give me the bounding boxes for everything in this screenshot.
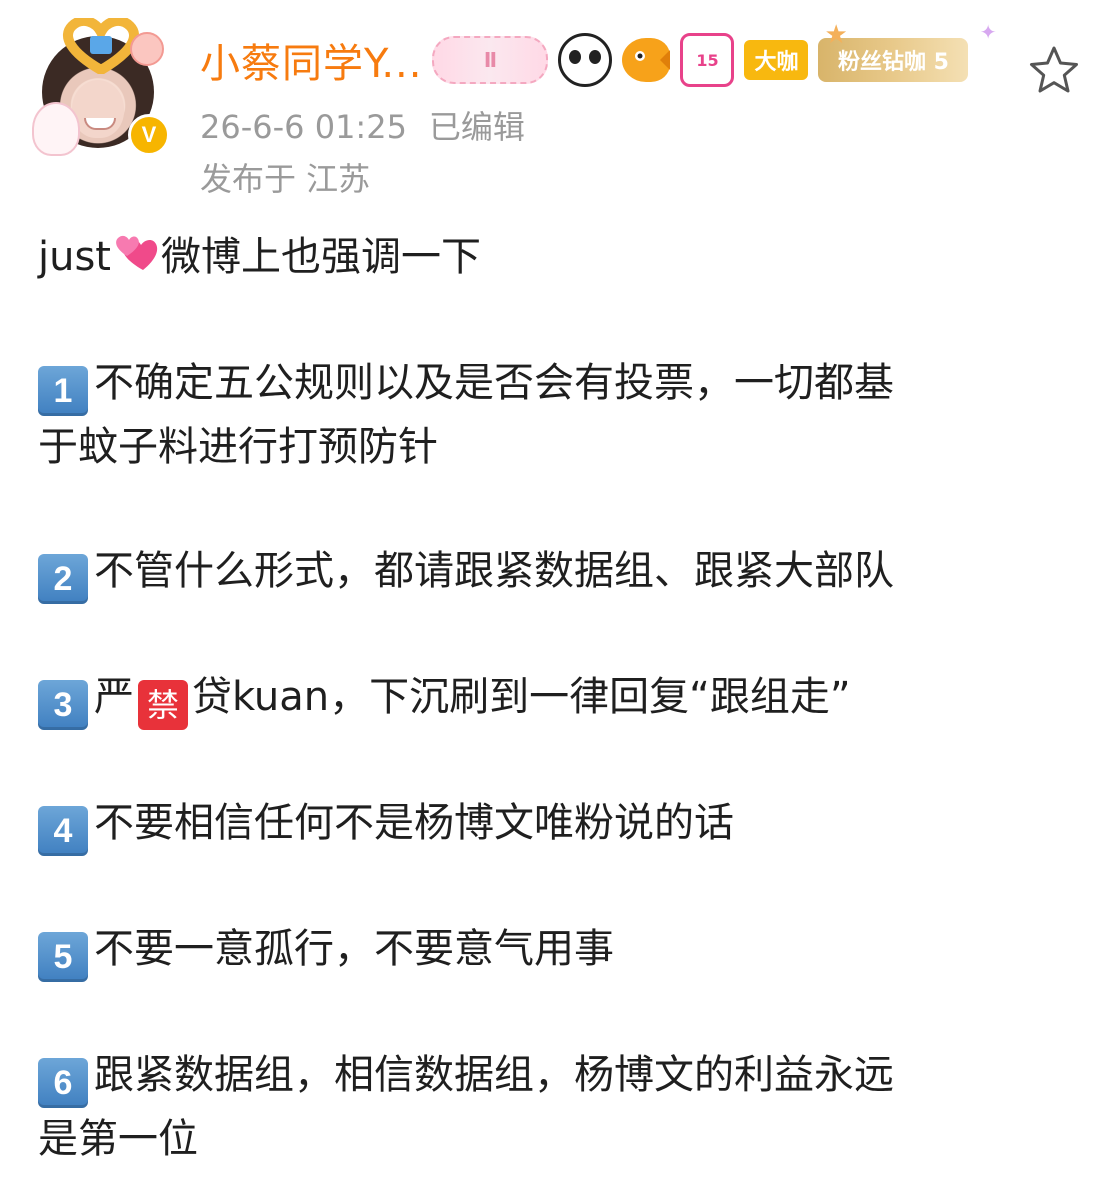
list-item-text: 是第一位: [38, 1116, 198, 1162]
list-item-text: 不管什么形式，都请跟紧数据组、跟紧大部队: [94, 548, 894, 594]
rank-ii-icon[interactable]: Ⅱ: [432, 36, 549, 84]
two-hearts-icon: [116, 235, 158, 270]
keycap-number-icon: 2: [38, 554, 88, 604]
post-header: V 小蔡同学Y... Ⅱ 15 大咖 ★ 粉丝钻咖 5 ✦ 26-6-6 01:…: [0, 0, 1120, 210]
favorite-star-button[interactable]: [1024, 40, 1084, 100]
list-item-line: 3 严禁贷kuan，下沉刷到一律回复“跟组走”: [38, 666, 851, 730]
sparkle-icon: ✦: [979, 20, 997, 44]
list-item-text: 于蚊子料进行打预防针: [38, 424, 438, 470]
panda-icon[interactable]: [558, 33, 613, 87]
username[interactable]: 小蔡同学Y...: [200, 31, 422, 89]
avatar[interactable]: V: [32, 18, 170, 156]
list-item-line: 6 跟紧数据组，相信数据组，杨博文的利益永远: [38, 1044, 894, 1108]
post-timestamp: 26-6-6 01:25: [200, 108, 407, 146]
daka-badge-text: 大咖: [754, 50, 799, 75]
list-item: 1 不确定五公规则以及是否会有投票，一切都基 于蚊子料进行打预防针: [38, 352, 894, 478]
list-item-text: 不要相信任何不是杨博文唯粉说的话: [94, 800, 734, 846]
keycap-number-icon: 5: [38, 932, 88, 982]
star-outline-icon: [1030, 46, 1078, 93]
list-item-text: 贷kuan，下沉刷到一律回复“跟组走”: [192, 674, 851, 720]
keycap-number-icon: 3: [38, 680, 88, 730]
list-item-line: 1 不确定五公规则以及是否会有投票，一切都基: [38, 352, 894, 416]
daka-badge[interactable]: 大咖: [744, 40, 809, 80]
list-item-text: 不确定五公规则以及是否会有投票，一切都基: [94, 360, 894, 406]
post-meta: 26-6-6 01:25 已编辑: [200, 102, 525, 148]
name-row: 小蔡同学Y... Ⅱ 15 大咖 ★ 粉丝钻咖 5 ✦: [200, 20, 996, 89]
rank-badge-text: Ⅱ: [483, 48, 498, 72]
gem-level-text: 15: [696, 50, 719, 70]
intro-prefix: just: [38, 234, 111, 280]
keycap-number-icon: 1: [38, 366, 88, 416]
list-item: 6 跟紧数据组，相信数据组，杨博文的利益永远 是第一位: [38, 1044, 894, 1170]
list-item-line: 于蚊子料进行打预防针: [38, 416, 894, 478]
verified-badge-icon: V: [128, 114, 170, 156]
list-item-line: 2 不管什么形式，都请跟紧数据组、跟紧大部队: [38, 540, 894, 604]
intro-line: just 微博上也强调一下: [38, 226, 481, 288]
edited-label[interactable]: 已编辑: [429, 108, 525, 146]
star-decoration-icon: ★: [824, 20, 848, 50]
list-item-text: 跟紧数据组，相信数据组，杨博文的利益永远: [94, 1052, 894, 1098]
list-item: 2 不管什么形式，都请跟紧数据组、跟紧大部队: [38, 540, 894, 604]
keycap-number-icon: 4: [38, 806, 88, 856]
panda-eye-left: [569, 50, 582, 64]
keycap-number-icon: 6: [38, 1058, 88, 1108]
bunny-decoration-icon: [32, 102, 80, 156]
post-location: 发布于 江苏: [200, 160, 371, 198]
intro-suffix: 微博上也强调一下: [161, 234, 481, 280]
prohibited-icon: 禁: [138, 680, 188, 730]
fans-badge[interactable]: ★ 粉丝钻咖 5 ✦: [818, 20, 996, 82]
list-item-line: 是第一位: [38, 1108, 894, 1170]
list-item-line: 5 不要一意孤行，不要意气用事: [38, 918, 614, 982]
list-item-line: 4 不要相信任何不是杨博文唯粉说的话: [38, 792, 734, 856]
gem-level-icon[interactable]: 15: [680, 33, 735, 87]
fish-icon[interactable]: [622, 38, 671, 82]
fish-shape: [635, 50, 671, 70]
fans-badge-text: 粉丝钻咖 5: [838, 50, 949, 75]
peach-decoration-icon: [130, 32, 164, 66]
panda-eye-right: [589, 50, 602, 64]
list-item: 3 严禁贷kuan，下沉刷到一律回复“跟组走”: [38, 666, 851, 730]
list-item-text: 不要一意孤行，不要意气用事: [94, 926, 614, 972]
list-item: 4 不要相信任何不是杨博文唯粉说的话: [38, 792, 734, 856]
list-item: 5 不要一意孤行，不要意气用事: [38, 918, 614, 982]
list-item-prefix: 严: [94, 674, 134, 720]
